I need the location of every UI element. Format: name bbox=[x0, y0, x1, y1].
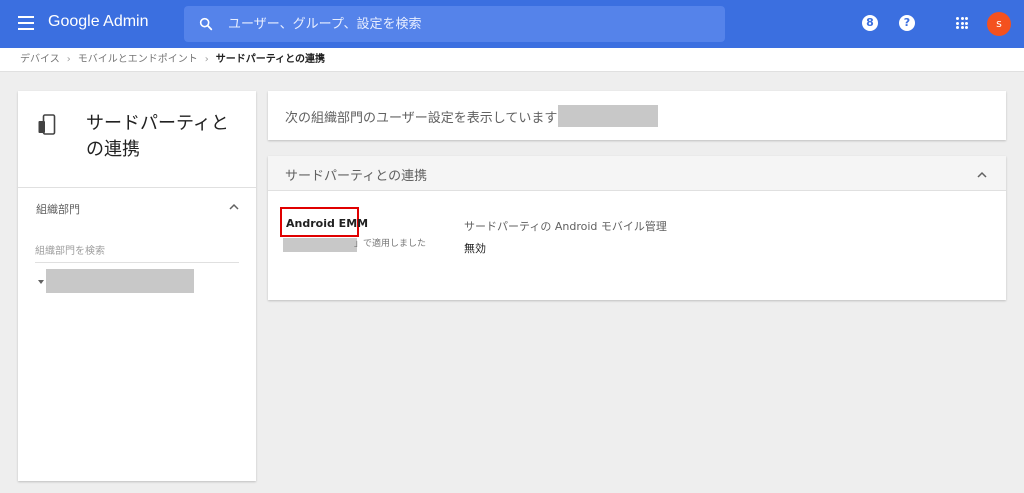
chevron-right-icon: › bbox=[66, 54, 71, 65]
chevron-up-icon[interactable] bbox=[228, 201, 240, 213]
org-unit-name-redacted bbox=[558, 105, 658, 127]
org-unit-panel: サードパーティとの連携 組織部門 bbox=[18, 91, 256, 481]
breadcrumb: デバイス › モバイルとエンドポイント › サードパーティとの連携 bbox=[0, 48, 1024, 72]
chevron-up-icon[interactable] bbox=[976, 169, 988, 181]
search-icon bbox=[199, 17, 213, 31]
setting-name: サードパーティの Android モバイル管理 bbox=[464, 220, 667, 233]
setting-value[interactable]: 無効 bbox=[464, 240, 486, 256]
search-input[interactable] bbox=[228, 6, 708, 42]
settings-card-title: サードパーティとの連携 bbox=[285, 169, 428, 184]
setting-label: Android EMM bbox=[286, 217, 369, 230]
applied-from-text: 」で適用しました bbox=[354, 239, 427, 249]
org-unit-info-card: 次の組織部門のユーザー設定を表示しています: bbox=[268, 91, 1006, 140]
mobile-devices-icon bbox=[38, 114, 56, 135]
menu-icon[interactable] bbox=[18, 16, 34, 30]
org-unit-search-input[interactable] bbox=[35, 241, 239, 263]
page-title: サードパーティとの連携 bbox=[86, 113, 229, 160]
settings-card-header[interactable]: サードパーティとの連携 bbox=[268, 156, 1006, 191]
applied-from-redacted bbox=[283, 238, 357, 252]
top-app-bar: Google Admin 8 ? s bbox=[0, 0, 1024, 48]
settings-card: サードパーティとの連携 Android EMM 」で適用しました サードパーティ… bbox=[268, 156, 1006, 300]
avatar[interactable]: s bbox=[987, 12, 1011, 36]
divider bbox=[18, 187, 256, 188]
org-unit-root-redacted[interactable] bbox=[46, 269, 194, 293]
org-unit-info-text: 次の組織部門のユーザー設定を表示しています: bbox=[285, 111, 562, 126]
breadcrumb-devices[interactable]: デバイス bbox=[20, 54, 60, 65]
org-unit-label: 組織部門 bbox=[36, 203, 80, 216]
apps-grid-icon[interactable] bbox=[956, 17, 968, 29]
help-circle-icon[interactable]: ? bbox=[899, 15, 915, 31]
caret-down-icon[interactable] bbox=[38, 280, 44, 284]
breadcrumb-mobile-endpoints[interactable]: モバイルとエンドポイント bbox=[78, 54, 198, 65]
breadcrumb-current: サードパーティとの連携 bbox=[215, 54, 326, 65]
search-bar[interactable] bbox=[184, 6, 725, 42]
chevron-right-icon: › bbox=[204, 54, 209, 65]
number-8-circle-icon[interactable]: 8 bbox=[862, 15, 878, 31]
app-title[interactable]: Google Admin bbox=[48, 13, 149, 31]
